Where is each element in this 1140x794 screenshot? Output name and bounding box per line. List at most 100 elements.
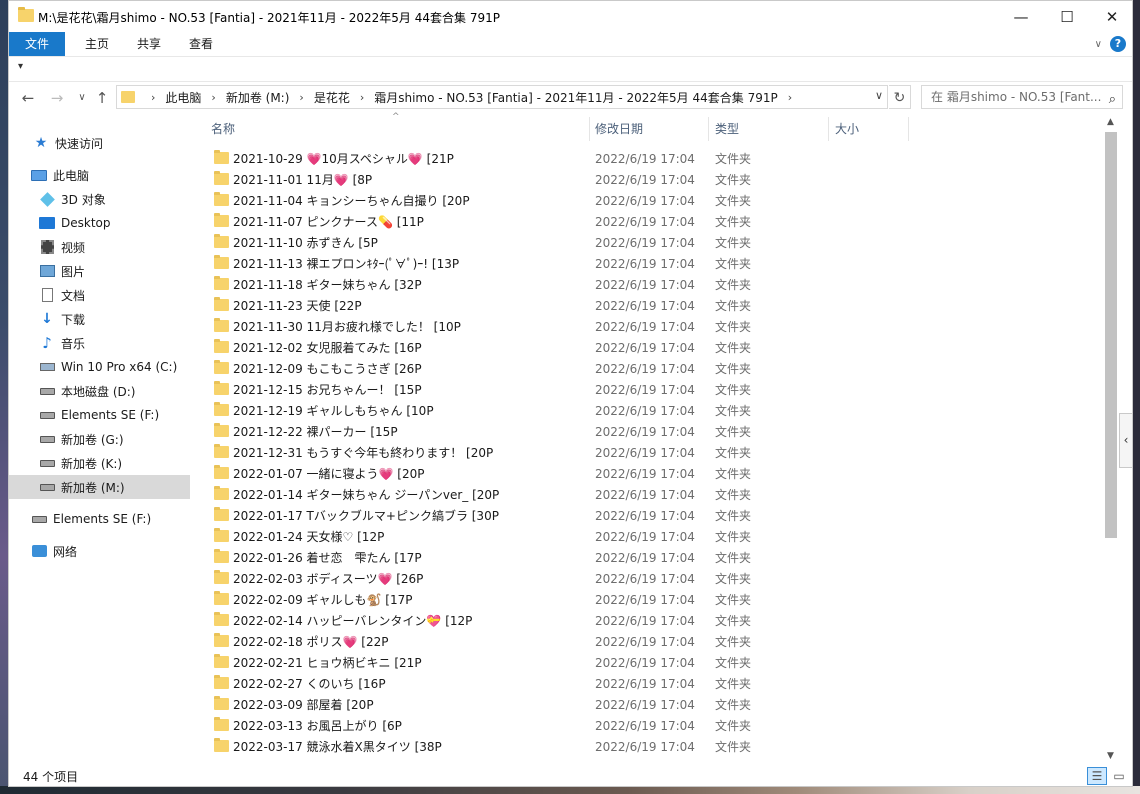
tab-view[interactable]: 查看 bbox=[181, 32, 221, 56]
column-header-size[interactable]: 大小 bbox=[835, 114, 859, 144]
explorer-window: M:\是花花\霜月shimo - NO.53 [Fantia] - 2021年1… bbox=[8, 0, 1133, 787]
sidebar-item-drive-d[interactable]: 本地磁盘 (D:) bbox=[9, 379, 190, 403]
sidebar-item-downloads[interactable]: ↓ 下载 bbox=[9, 307, 190, 331]
table-row[interactable]: 2021-12-09 もこもこうさぎ [26P 2022/6/19 17:04 文件… bbox=[194, 358, 1102, 379]
minimize-button[interactable]: — bbox=[998, 1, 1044, 32]
table-row[interactable]: 2021-11-10 赤ずきん [5P 2022/6/19 17:04 文件夹 bbox=[194, 232, 1102, 253]
address-row: ← → ∨ ↑ › 此电脑 › 新加卷 (M:) › 是花花 › 霜月shimo… bbox=[9, 82, 1132, 114]
table-row[interactable]: 2022-01-26 着せ恋 雫たん [17P 2022/6/19 17:04 文件… bbox=[194, 547, 1102, 568]
crumb-this-pc[interactable]: 此电脑 bbox=[165, 89, 201, 106]
table-row[interactable]: 2022-02-18 ポリス💗 [22P 2022/6/19 17:04 文件夹 bbox=[194, 631, 1102, 652]
file-type: 文件夹 bbox=[715, 488, 752, 502]
table-row[interactable]: 2021-11-01 11月💗 [8P 2022/6/19 17:04 文件夹 bbox=[194, 169, 1102, 190]
table-row[interactable]: 2021-11-13 裸エプロンｷﾀｰ(ﾟ∀ﾟ)ｰ! [13P 2022/6/19… bbox=[194, 253, 1102, 274]
table-row[interactable]: 2021-12-22 裸パーカー [15P 2022/6/19 17:04 文件夹 bbox=[194, 421, 1102, 442]
sidebar-item-drive-m[interactable]: 新加卷 (M:) bbox=[9, 475, 190, 499]
file-type: 文件夹 bbox=[715, 593, 752, 607]
sidebar-item-drive-k[interactable]: 新加卷 (K:) bbox=[9, 451, 190, 475]
table-row[interactable]: 2022-01-17 Tバックブルマ+ピンク縞ブラ [30P 2022/6/19 … bbox=[194, 505, 1102, 526]
sidebar-item-3d-objects[interactable]: 3D 对象 bbox=[9, 187, 190, 211]
crumb-separator[interactable]: › bbox=[788, 91, 792, 104]
column-divider[interactable] bbox=[708, 117, 709, 141]
file-name: 2021-11-13 裸エプロンｷﾀｰ(ﾟ∀ﾟ)ｰ! [13P bbox=[233, 257, 460, 271]
address-bar[interactable]: › 此电脑 › 新加卷 (M:) › 是花花 › 霜月shimo - NO.53… bbox=[116, 85, 888, 109]
sidebar-item-drive-f[interactable]: Elements SE (F:) bbox=[9, 403, 190, 427]
file-modified-date: 2022/6/19 17:04 bbox=[595, 445, 695, 460]
table-row[interactable]: 2021-12-31 もうすぐ今年も終わります！ [20P 2022/6/19 1… bbox=[194, 442, 1102, 463]
crumb-folder-parent[interactable]: 是花花 bbox=[314, 89, 350, 106]
table-row[interactable]: 2021-11-23 天使 [22P 2022/6/19 17:04 文件夹 bbox=[194, 295, 1102, 316]
help-icon[interactable]: ? bbox=[1110, 36, 1126, 52]
table-row[interactable]: 2022-02-14 ハッピーバレンタイン💝 [12P 2022/6/19 17:… bbox=[194, 610, 1102, 631]
title-bar[interactable]: M:\是花花\霜月shimo - NO.53 [Fantia] - 2021年1… bbox=[9, 1, 1132, 32]
sidebar-item-network[interactable]: 网络 bbox=[9, 539, 190, 563]
crumb-current-folder[interactable]: 霜月shimo - NO.53 [Fantia] - 2021年11月 - 20… bbox=[374, 89, 777, 106]
sidebar-item-pictures[interactable]: 图片 bbox=[9, 259, 190, 283]
table-row[interactable]: 2022-03-17 競泳水着X黒タイツ [38P 2022/6/19 17:04… bbox=[194, 736, 1102, 757]
crumb-separator[interactable]: › bbox=[299, 91, 303, 104]
refresh-button[interactable]: ↻ bbox=[889, 85, 911, 109]
table-row[interactable]: 2022-02-09 ギャルしも🐒 [17P 2022/6/19 17:04 文件夹 bbox=[194, 589, 1102, 610]
sidebar-item-desktop[interactable]: Desktop bbox=[9, 211, 190, 235]
column-header-type[interactable]: 类型 bbox=[715, 114, 739, 144]
ribbon-expand-button[interactable]: ∨ bbox=[1095, 39, 1102, 50]
table-row[interactable]: 2022-03-09 部屋着 [20P 2022/6/19 17:04 文件夹 bbox=[194, 694, 1102, 715]
file-type: 文件夹 bbox=[715, 173, 752, 187]
customize-toolbar-button[interactable]: ▾ bbox=[18, 61, 23, 72]
sidebar-item-drive-g[interactable]: 新加卷 (G:) bbox=[9, 427, 190, 451]
folder-icon bbox=[214, 570, 229, 584]
details-view-button[interactable]: ☰ bbox=[1087, 767, 1107, 785]
status-bar: 44 个项目 ☰ ▭ bbox=[9, 764, 1132, 786]
vertical-scrollbar[interactable]: ▲ ▼ bbox=[1102, 114, 1119, 764]
search-input[interactable]: 在 霜月shimo - NO.53 [Fant... ⌕ bbox=[921, 85, 1123, 109]
table-row[interactable]: 2022-01-14 ギター妹ちゃん ジーパンver_ [20P 2022/6/1… bbox=[194, 484, 1102, 505]
column-divider[interactable] bbox=[589, 117, 590, 141]
sidebar-item-elements-se[interactable]: Elements SE (F:) bbox=[9, 507, 190, 531]
table-row[interactable]: 2022-02-03 ボディスーツ💗 [26P 2022/6/19 17:04 文件… bbox=[194, 568, 1102, 589]
table-row[interactable]: 2021-12-19 ギャルしもちゃん [10P 2022/6/19 17:04 文… bbox=[194, 400, 1102, 421]
table-row[interactable]: 2021-11-07 ピンクナース💊 [11P 2022/6/19 17:04 文件… bbox=[194, 211, 1102, 232]
table-row[interactable]: 2022-02-27 くのいち [16P 2022/6/19 17:04 文件夹 bbox=[194, 673, 1102, 694]
sidebar-item-quick-access[interactable]: ★ 快速访问 bbox=[9, 131, 190, 155]
table-row[interactable]: 2022-01-24 天女様♡ [12P 2022/6/19 17:04 文件夹 bbox=[194, 526, 1102, 547]
close-button[interactable]: ✕ bbox=[1089, 1, 1132, 32]
up-button[interactable]: ↑ bbox=[92, 88, 112, 108]
recent-locations-button[interactable]: ∨ bbox=[72, 88, 92, 108]
tab-share[interactable]: 共享 bbox=[129, 32, 169, 56]
table-row[interactable]: 2022-01-07 一緒に寝よう💗 [20P 2022/6/19 17:04 文件… bbox=[194, 463, 1102, 484]
scrollbar-thumb[interactable] bbox=[1105, 132, 1117, 538]
table-row[interactable]: 2021-11-18 ギター妹ちゃん [32P 2022/6/19 17:04 文件… bbox=[194, 274, 1102, 295]
crumb-drive-m[interactable]: 新加卷 (M:) bbox=[226, 89, 290, 106]
sidebar-item-documents[interactable]: 文档 bbox=[9, 283, 190, 307]
tab-file[interactable]: 文件 bbox=[9, 32, 65, 56]
back-button[interactable]: ← bbox=[18, 88, 38, 108]
table-row[interactable]: 2022-02-21 ヒョウ柄ビキニ [21P 2022/6/19 17:04 文件… bbox=[194, 652, 1102, 673]
maximize-button[interactable]: ☐ bbox=[1044, 1, 1090, 32]
table-row[interactable]: 2021-11-04 キョンシーちゃん自撮り [20P 2022/6/19 17:… bbox=[194, 190, 1102, 211]
table-row[interactable]: 2021-11-30 11月お疲れ様でした！ [10P 2022/6/19 17:… bbox=[194, 316, 1102, 337]
column-divider[interactable] bbox=[908, 117, 909, 141]
table-row[interactable]: 2021-12-15 お兄ちゃんー！ [15P 2022/6/19 17:04 文件… bbox=[194, 379, 1102, 400]
search-icon[interactable]: ⌕ bbox=[1109, 89, 1116, 108]
column-header-name[interactable]: 名称 bbox=[211, 114, 235, 144]
crumb-separator[interactable]: › bbox=[360, 91, 364, 104]
drive-icon bbox=[39, 480, 55, 494]
forward-button[interactable]: → bbox=[47, 88, 67, 108]
tiles-view-button[interactable]: ▭ bbox=[1109, 767, 1129, 785]
file-list: ^ 名称 修改日期 类型 大小 2021-10-29 💗10月スペシャル💗 [2… bbox=[194, 112, 1102, 764]
scroll-down-button[interactable]: ▼ bbox=[1102, 748, 1119, 764]
column-divider[interactable] bbox=[828, 117, 829, 141]
scroll-up-button[interactable]: ▲ bbox=[1102, 114, 1119, 130]
address-dropdown-button[interactable]: ∨ bbox=[875, 89, 883, 102]
table-row[interactable]: 2021-12-02 女児服着てみた [16P 2022/6/19 17:04 文件… bbox=[194, 337, 1102, 358]
crumb-separator[interactable]: › bbox=[211, 91, 215, 104]
table-row[interactable]: 2022-03-13 お風呂上がり [6P 2022/6/19 17:04 文件夹 bbox=[194, 715, 1102, 736]
sidebar-item-videos[interactable]: 视频 bbox=[9, 235, 190, 259]
sidebar-item-this-pc[interactable]: 此电脑 bbox=[9, 163, 190, 187]
column-header-date[interactable]: 修改日期 bbox=[595, 114, 643, 144]
preview-pane-toggle[interactable]: ‹ bbox=[1119, 413, 1132, 468]
sidebar-item-music[interactable]: ♪ 音乐 bbox=[9, 331, 190, 355]
sidebar-item-drive-c[interactable]: Win 10 Pro x64 (C:) bbox=[9, 355, 190, 379]
tab-home[interactable]: 主页 bbox=[77, 32, 117, 56]
table-row[interactable]: 2021-10-29 💗10月スペシャル💗 [21P 2022/6/19 17:0… bbox=[194, 148, 1102, 169]
